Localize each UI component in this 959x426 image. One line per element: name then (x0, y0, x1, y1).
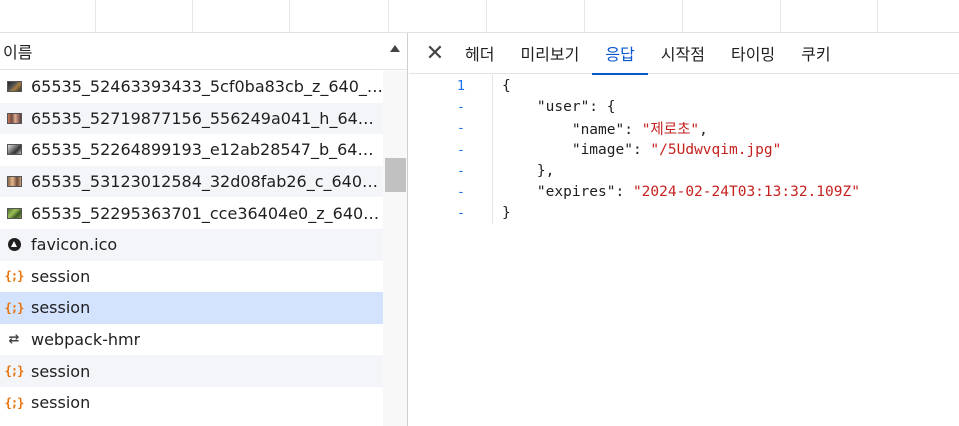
line-number: - (456, 98, 465, 115)
request-list: 65535_52463393433_5cf0ba83cb_z_640_4... 6… (0, 71, 383, 419)
image-thumbnail-icon (6, 110, 22, 126)
response-line: -} (409, 202, 959, 225)
json-icon: {;} (4, 269, 25, 284)
request-row[interactable]: favicon.ico (0, 228, 383, 261)
request-row[interactable]: ⇄ webpack-hmr (0, 324, 383, 356)
response-line: - }, (409, 160, 959, 182)
response-line: - "expires": "2024-02-24T03:13:32.109Z" (409, 181, 959, 203)
response-line: - "user": { (409, 96, 959, 118)
request-name: session (31, 266, 91, 286)
image-thumbnail-icon (6, 79, 22, 95)
image-thumbnail-icon (6, 142, 22, 158)
websocket-icon: ⇄ (8, 332, 20, 348)
timeline-gridline (584, 0, 585, 32)
request-row[interactable]: {;} session (0, 261, 383, 293)
json-icon: {;} (4, 395, 25, 410)
tab-4[interactable]: 타이밍 (718, 33, 788, 74)
json-string-value: "2024-02-24T03:13:32.109Z" (632, 184, 860, 201)
line-number: - (456, 141, 465, 158)
scrollbar-thumb[interactable] (385, 158, 406, 192)
timeline-overview[interactable] (0, 0, 959, 33)
timeline-gridline (486, 0, 487, 32)
tab-3[interactable]: 시작점 (648, 33, 718, 74)
json-icon: {;} (4, 364, 25, 379)
json-string-value: "/5Udwvqim.jpg" (650, 141, 782, 158)
gutter-divider (492, 117, 493, 139)
tab-1[interactable]: 미리보기 (507, 33, 592, 74)
response-line-text: } (502, 205, 511, 221)
timeline-gridline (682, 0, 683, 32)
request-name: session (31, 361, 91, 381)
response-line-text: { (502, 78, 511, 94)
timeline-gridline (877, 0, 878, 32)
name-column-header[interactable]: 이름 (3, 39, 32, 63)
request-list-panel: 이름 65535_52463393433_5cf0ba83cb_z_640_4.… (0, 33, 408, 426)
json-token: "expires": (536, 184, 633, 201)
json-token: { (502, 77, 511, 94)
tab-0[interactable]: 헤더 (452, 33, 507, 74)
request-list-header[interactable]: 이름 (0, 33, 407, 70)
timeline-gridline (780, 0, 781, 32)
response-line: - "image": "/5Udwvqim.jpg" (409, 138, 959, 161)
request-name: 65535_52295363701_cce36404e0_z_640_4... (31, 203, 383, 223)
close-icon[interactable]: ✕ (418, 35, 452, 71)
gutter-divider (492, 160, 493, 182)
request-name: 65535_52719877156_556249a041_h_640_... (31, 108, 383, 128)
timeline-gridline (289, 0, 290, 32)
request-name: session (31, 298, 91, 318)
request-row[interactable]: 65535_52295363701_cce36404e0_z_640_4... (0, 197, 383, 229)
image-thumbnail-icon (6, 205, 22, 221)
gutter-divider (492, 138, 493, 161)
request-row[interactable]: {;} session (0, 355, 383, 387)
response-line: - "name": "제로초", (409, 117, 959, 139)
response-line-text: "expires": "2024-02-24T03:13:32.109Z" (502, 184, 860, 200)
line-number: - (456, 120, 465, 137)
request-row[interactable]: {;} session (0, 387, 383, 419)
json-string-value: "제로초" (641, 121, 700, 138)
request-row[interactable]: 65535_52264899193_e12ab28547_b_640_... (0, 134, 383, 166)
response-line-text: "image": "/5Udwvqim.jpg" (502, 141, 782, 158)
request-row[interactable]: 65535_53123012584_32d08fab26_c_640_4... (0, 165, 383, 198)
request-name: webpack-hmr (31, 330, 141, 350)
gutter-divider (492, 75, 493, 97)
response-line-text: }, (502, 163, 554, 179)
gutter-divider (492, 202, 493, 225)
request-name: 65535_52463393433_5cf0ba83cb_z_640_4... (31, 77, 383, 97)
request-name: favicon.ico (31, 235, 118, 255)
request-row[interactable]: {;} session (0, 292, 383, 324)
gutter-divider (492, 181, 493, 203)
response-line-text: "user": { (502, 99, 616, 115)
gutter-divider (492, 96, 493, 118)
request-row[interactable]: 65535_52463393433_5cf0ba83cb_z_640_4... (0, 71, 383, 103)
request-name: session (31, 393, 91, 413)
request-list-scrollbar[interactable] (383, 71, 407, 426)
json-token: } (502, 205, 511, 222)
line-number: 1 (456, 77, 465, 94)
timeline-gridline (95, 0, 96, 32)
json-icon: {;} (4, 300, 25, 315)
json-token: , (699, 121, 708, 138)
details-tab-bar: ✕ 헤더 미리보기 응답 시작점 타이밍 쿠키 (409, 33, 959, 75)
favicon-icon (6, 237, 22, 253)
json-token: "image": (571, 141, 651, 158)
line-number: - (456, 184, 465, 201)
response-line-text: "name": "제로초", (502, 118, 708, 139)
tab-5[interactable]: 쿠키 (788, 33, 843, 74)
timeline-gridline (192, 0, 193, 32)
json-token: "name": (571, 121, 642, 138)
response-line: 1{ (409, 75, 959, 97)
request-details-panel: ✕ 헤더 미리보기 응답 시작점 타이밍 쿠키 1{- "user": {- "name"… (409, 33, 959, 426)
request-name: 65535_53123012584_32d08fab26_c_640_4... (31, 172, 383, 192)
tab-2[interactable]: 응답 (592, 33, 649, 75)
line-number: - (456, 205, 465, 222)
json-token: }, (536, 162, 555, 179)
timeline-gridline (388, 0, 389, 32)
sort-ascending-icon[interactable] (390, 45, 400, 52)
request-row[interactable]: 65535_52719877156_556249a041_h_640_... (0, 102, 383, 135)
json-token: "user": { (536, 98, 616, 115)
image-thumbnail-icon (6, 174, 22, 190)
request-name: 65535_52264899193_e12ab28547_b_640_... (31, 140, 383, 160)
response-body[interactable]: 1{- "user": {- "name": "제로초", - "image": … (409, 75, 959, 225)
line-number: - (456, 162, 465, 179)
